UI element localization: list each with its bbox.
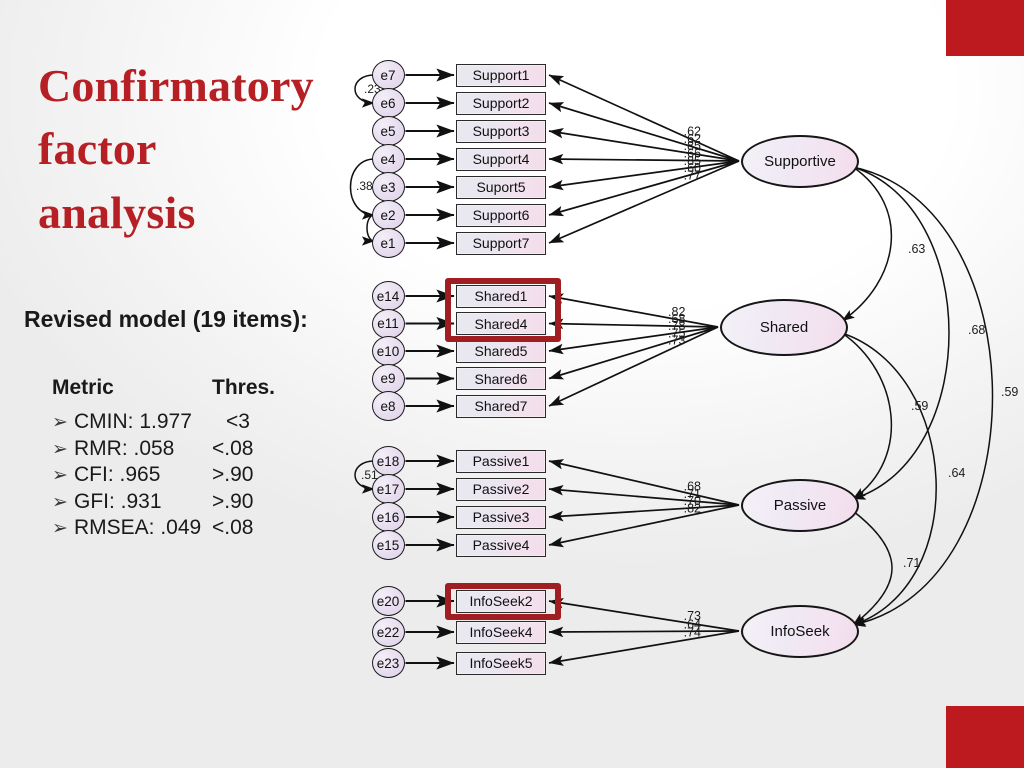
path-coefficient-label: .85 xyxy=(684,139,701,153)
metrics-table: Metric Thres. ➢ CMIN: 1.977 <3 ➢ RMR: .058… xyxy=(52,376,302,543)
error-term-e11: e11 xyxy=(371,308,405,339)
error-term-e1: e1 xyxy=(371,228,405,258)
threshold-value: >.90 xyxy=(212,463,254,486)
path-coefficient-label: .77 xyxy=(684,168,701,182)
page-title: Confirmatory factor analysis xyxy=(38,54,368,244)
threshold-value: >.90 xyxy=(212,489,254,513)
latent-factor-passive: Passive xyxy=(741,478,859,532)
path-coefficient-label: .63 xyxy=(908,242,925,256)
path-coefficient-label: .59 xyxy=(911,399,928,413)
threshold-value: <.08 xyxy=(212,436,254,460)
path-coefficient-label: .73 xyxy=(684,609,701,623)
metric-value: RMSEA: .049 xyxy=(74,516,202,539)
page-title-line-1: Confirmatory xyxy=(38,60,314,111)
highlight-box xyxy=(445,277,561,342)
error-term-e10: e10 xyxy=(371,336,405,366)
observed-variable-Support3: Support3 xyxy=(456,119,546,143)
arrow-bullet-icon: ➢ xyxy=(52,465,68,486)
column-header-metric: Metric xyxy=(52,376,114,399)
observed-variable-Passive2: Passive2 xyxy=(456,477,546,501)
error-term-e23: e23 xyxy=(371,648,405,678)
path-coefficient-label: .82 xyxy=(668,305,685,319)
path-coefficient-label: .68 xyxy=(684,480,701,494)
latent-factor-supportive: Supportive xyxy=(741,134,859,188)
accent-block-top-right xyxy=(946,0,1024,56)
error-term-e6: e6 xyxy=(371,88,405,118)
path-coefficient-label: .70 xyxy=(684,494,701,508)
path-coefficient-label: .78 xyxy=(668,319,685,333)
observed-variable-Support2: Support2 xyxy=(456,91,546,115)
path-coefficient-label: .59 xyxy=(1001,385,1018,399)
path-coefficient-label: .73 xyxy=(668,334,685,348)
column-header-threshold: Thres. xyxy=(212,376,276,399)
path-coefficient-label: .82 xyxy=(684,501,701,515)
observed-variable-InfoSeek5: InfoSeek5 xyxy=(456,651,546,675)
path-coefficient-label: .74 xyxy=(684,625,701,639)
error-term-e5: e5 xyxy=(371,116,405,146)
error-term-e2: e2 xyxy=(371,200,405,230)
slide-canvas: Confirmatory factor analysis Revised mod… xyxy=(0,0,1024,768)
path-coefficient-label: .68 xyxy=(968,323,985,337)
error-term-e7: e7 xyxy=(371,60,405,90)
error-term-e20: e20 xyxy=(371,586,405,616)
error-term-e16: e16 xyxy=(371,502,405,532)
error-term-e18: e18 xyxy=(371,446,405,476)
metrics-row: ➢ RMSEA: .049 <.08 xyxy=(52,516,302,540)
metrics-table-header: Metric Thres. xyxy=(52,376,302,400)
threshold-value: <.08 xyxy=(212,516,254,539)
observed-variable-Shared5: Shared5 xyxy=(456,339,546,363)
observed-variable-Support1: Support1 xyxy=(456,63,546,87)
observed-variable-Suport5: Suport5 xyxy=(456,175,546,199)
page-title-line-3: analysis xyxy=(38,186,196,238)
observed-variable-Shared7: Shared7 xyxy=(456,394,546,418)
observed-variable-Shared6: Shared6 xyxy=(456,367,546,390)
observed-variable-Support4: Support4 xyxy=(456,147,546,171)
threshold-value: <3 xyxy=(226,410,250,433)
observed-variable-Passive3: Passive3 xyxy=(456,505,546,529)
observed-variable-Passive1: Passive1 xyxy=(456,449,546,473)
path-coefficient-label: .62 xyxy=(684,125,701,139)
metrics-row: ➢ GFI: .931 >.90 xyxy=(52,490,302,514)
path-coefficient-label: .71 xyxy=(903,556,920,570)
error-term-e4: e4 xyxy=(371,144,405,174)
revised-model-heading: Revised model (19 items): xyxy=(24,306,308,332)
metric-value: CMIN: 1.977 xyxy=(74,410,192,433)
arrow-bullet-icon: ➢ xyxy=(52,518,68,539)
highlight-box xyxy=(445,582,561,620)
latent-factor-infoseek: InfoSeek xyxy=(741,604,859,658)
error-term-e22: e22 xyxy=(371,617,405,647)
error-term-e17: e17 xyxy=(371,474,405,504)
arrow-bullet-icon: ➢ xyxy=(52,412,68,433)
error-term-e9: e9 xyxy=(371,363,405,394)
metric-value: CFI: .965 xyxy=(74,463,161,486)
path-coefficient-label: .71 xyxy=(684,487,701,501)
metrics-row: ➢ CMIN: 1.977 <3 xyxy=(52,410,302,434)
observed-variable-Support6: Support6 xyxy=(456,203,546,227)
path-coefficient-label: .64 xyxy=(948,466,965,480)
metric-value: GFI: .931 xyxy=(74,489,162,513)
observed-variable-Support7: Support7 xyxy=(456,231,546,255)
path-coefficient-label: .62 xyxy=(684,132,701,146)
observed-variable-Passive4: Passive4 xyxy=(456,533,546,557)
path-coefficient-label: .66 xyxy=(684,146,701,160)
observed-variable-InfoSeek4: InfoSeek4 xyxy=(456,620,546,644)
accent-block-bottom-right xyxy=(946,706,1024,768)
page-title-line-2: factor xyxy=(38,123,157,175)
error-term-e15: e15 xyxy=(371,530,405,560)
path-coefficient-label: .85 xyxy=(684,154,701,168)
path-coefficient-label: .68 xyxy=(668,312,685,326)
error-term-e3: e3 xyxy=(371,172,405,202)
metrics-row: ➢ CFI: .965 >.90 xyxy=(52,463,302,487)
metric-value: RMR: .058 xyxy=(74,436,175,460)
arrow-bullet-icon: ➢ xyxy=(52,491,68,513)
error-term-e14: e14 xyxy=(371,281,405,311)
arrow-bullet-icon: ➢ xyxy=(52,438,68,460)
latent-factor-shared: Shared xyxy=(720,298,848,356)
error-term-e8: e8 xyxy=(371,391,405,421)
path-coefficient-label: .75 xyxy=(668,326,685,340)
path-coefficient-label: .64 xyxy=(684,617,701,631)
path-coefficient-label: .60 xyxy=(684,161,701,175)
metrics-row: ➢ RMR: .058 <.08 xyxy=(52,437,302,461)
